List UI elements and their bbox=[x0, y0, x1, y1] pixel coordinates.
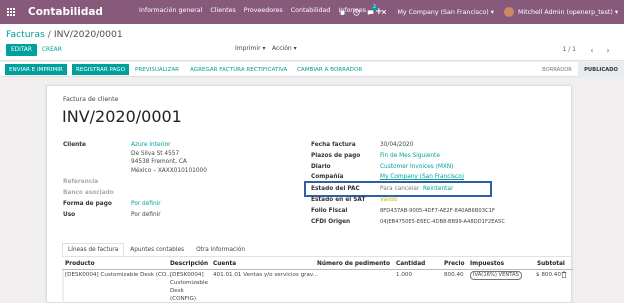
row-producto[interactable]: [DESK0004] Customizable Desk (CO... bbox=[65, 272, 171, 278]
invoice-sheet: Factura de cliente INV/2020/0001 Cliente… bbox=[46, 85, 573, 303]
breadcrumb-current: INV/2020/0001 bbox=[53, 29, 123, 40]
pager-value[interactable]: 1 / 1 bbox=[563, 46, 576, 53]
cliente-address-line-1: De Silva St 4557 bbox=[131, 151, 180, 157]
document-type: Factura de cliente bbox=[63, 96, 119, 103]
app-brand[interactable]: Contabilidad bbox=[28, 6, 108, 18]
row-subtotal: $ 800.40 bbox=[536, 272, 561, 278]
forma-pago-value[interactable]: Por definir bbox=[131, 201, 161, 207]
menu-item-clientes[interactable]: Clientes bbox=[206, 7, 239, 17]
add-credit-note-button[interactable]: AGREGAR FACTURA RECTIFICATIVA bbox=[190, 64, 287, 75]
notebook-tabs: Líneas de factura Apuntes contables Otra… bbox=[62, 243, 252, 257]
cliente-name-link[interactable]: Azure Interior bbox=[131, 142, 171, 148]
banco-asociado-label: Banco asociado bbox=[63, 190, 114, 196]
plazos-pago-label: Plazos de pago bbox=[311, 153, 361, 159]
reset-to-draft-button[interactable]: CAMBIAR A BORRADOR bbox=[297, 64, 362, 75]
col-impuestos[interactable]: Impuestos bbox=[470, 261, 504, 267]
estado-pac-value: Para cancelar bbox=[380, 186, 420, 192]
send-print-button[interactable]: ENVIAR E IMPRIMIR bbox=[5, 64, 67, 75]
forma-pago-label: Forma de pago bbox=[63, 201, 112, 207]
row-impuesto-tag[interactable]: IVA(16%) VENTAS bbox=[470, 271, 522, 280]
control-panel: Facturas / INV/2020/0001 EDITAR CREAR Impr… bbox=[0, 24, 624, 61]
menu-item-informacion-general[interactable]: Información general bbox=[135, 7, 206, 17]
row-cantidad[interactable]: 1.000 bbox=[396, 272, 412, 278]
cfdi-origen-value: 04|EB4750E5-E6EC-4DB8-BB99-A48DD1F2EA5C bbox=[380, 219, 505, 225]
chat-icon[interactable]: 2 bbox=[363, 0, 378, 24]
reintentar-button[interactable]: Reintentar bbox=[423, 186, 453, 192]
col-descripcion[interactable]: Descripción bbox=[170, 261, 208, 267]
estado-sat-label: Estado en el SAT bbox=[311, 197, 366, 203]
col-numero-pedimento[interactable]: Número de pedimento bbox=[317, 261, 390, 267]
pager-next-button[interactable]: › bbox=[602, 44, 614, 56]
col-subtotal[interactable]: Subtotal bbox=[537, 261, 565, 267]
stage-publicado[interactable]: PUBLICADO bbox=[578, 62, 624, 77]
bug-icon[interactable] bbox=[335, 0, 349, 24]
folio-fiscal-label: Folio Fiscal bbox=[311, 208, 348, 214]
breadcrumb-facturas-link[interactable]: Facturas bbox=[6, 29, 45, 40]
row-descripcion-line-1[interactable]: [DESK0004] bbox=[170, 272, 204, 278]
tab-otra-informacion[interactable]: Otra información bbox=[190, 243, 252, 257]
print-dropdown[interactable]: Imprimir ▾ bbox=[235, 45, 265, 52]
estado-pac-label: Estado del PAC bbox=[311, 186, 360, 192]
create-button[interactable]: CREAR bbox=[41, 44, 63, 56]
pager-previous-button[interactable]: ‹ bbox=[586, 44, 598, 56]
col-cuenta[interactable]: Cuenta bbox=[213, 261, 236, 267]
fecha-factura-value: 30/04/2020 bbox=[380, 142, 414, 148]
row-cuenta[interactable]: 401.01.01 Ventas y/o servicios grav... bbox=[213, 272, 318, 278]
tab-lineas-factura[interactable]: Líneas de factura bbox=[62, 243, 125, 257]
row-descripcion-line-2[interactable]: Customizable bbox=[170, 280, 208, 286]
col-precio[interactable]: Precio bbox=[444, 261, 464, 267]
plazos-pago-value[interactable]: Fin de Mes Siguiente bbox=[380, 153, 440, 159]
user-menu[interactable]: Mitchell Admin (openerp_test) ▾ bbox=[518, 9, 618, 16]
edit-button[interactable]: EDITAR bbox=[6, 44, 37, 56]
breadcrumb: Facturas / INV/2020/0001 bbox=[6, 29, 123, 40]
cfdi-origen-label: CFDI Origen bbox=[311, 219, 351, 225]
compania-label: Compañía bbox=[311, 174, 344, 180]
folio-fiscal-value: 8FD437AB-9005-4DF7-AE2F-840AB6B03C1F bbox=[380, 208, 495, 214]
diario-value[interactable]: Customer Invoices (MXN) bbox=[380, 164, 453, 170]
row-handle[interactable] bbox=[62, 270, 64, 303]
avatar[interactable] bbox=[503, 7, 514, 17]
invoice-number: INV/2020/0001 bbox=[62, 107, 182, 126]
breadcrumb-separator: / bbox=[47, 29, 51, 40]
trash-icon[interactable] bbox=[561, 271, 567, 278]
stage-borrador[interactable]: BORRADOR bbox=[536, 62, 578, 77]
action-dropdown[interactable]: Acción ▾ bbox=[272, 45, 297, 52]
company-switcher[interactable]: My Company (San Francisco) ▾ bbox=[397, 9, 493, 16]
tabs-divider bbox=[62, 256, 573, 257]
fecha-factura-label: Fecha factura bbox=[311, 142, 356, 148]
preview-button[interactable]: PREVISUALIZAR bbox=[135, 64, 179, 75]
top-navbar: Contabilidad Información general Cliente… bbox=[0, 0, 624, 24]
cliente-label: Cliente bbox=[63, 142, 86, 148]
status-bar: ENVIAR E IMPRIMIR REGISTRAR PAGO PREVISU… bbox=[0, 62, 624, 77]
menu-item-proveedores[interactable]: Proveedores bbox=[240, 7, 287, 17]
referencia-label: Referencia bbox=[63, 179, 99, 185]
diario-label: Diario bbox=[311, 164, 331, 170]
estado-sat-value: Valido bbox=[380, 197, 398, 203]
apps-menu-icon[interactable] bbox=[0, 0, 22, 24]
tab-apuntes-contables[interactable]: Apuntes contables bbox=[124, 243, 191, 257]
cliente-address-line-2: 94538 Fremont, CA bbox=[131, 159, 187, 165]
row-descripcion-line-4[interactable]: (CONFIG) bbox=[170, 296, 196, 302]
close-icon[interactable] bbox=[377, 0, 391, 24]
uso-value: Por definir bbox=[131, 212, 161, 218]
row-descripcion-line-3[interactable]: Desk bbox=[170, 288, 184, 294]
clock-icon[interactable] bbox=[349, 0, 363, 24]
register-payment-button[interactable]: REGISTRAR PAGO bbox=[72, 64, 130, 75]
table-header-divider bbox=[62, 269, 573, 270]
compania-value[interactable]: My Company (San Francisco) bbox=[380, 174, 464, 180]
systray: 2 My Company (San Francisco) ▾ Mitchell … bbox=[335, 0, 624, 24]
row-precio[interactable]: 800.40 bbox=[444, 272, 464, 278]
uso-label: Uso bbox=[63, 212, 76, 218]
cliente-address-line-3: México – XAXX010101000 bbox=[131, 168, 207, 174]
col-cantidad[interactable]: Cantidad bbox=[396, 261, 425, 267]
col-producto[interactable]: Producto bbox=[65, 261, 95, 267]
menu-item-contabilidad[interactable]: Contabilidad bbox=[287, 7, 335, 17]
